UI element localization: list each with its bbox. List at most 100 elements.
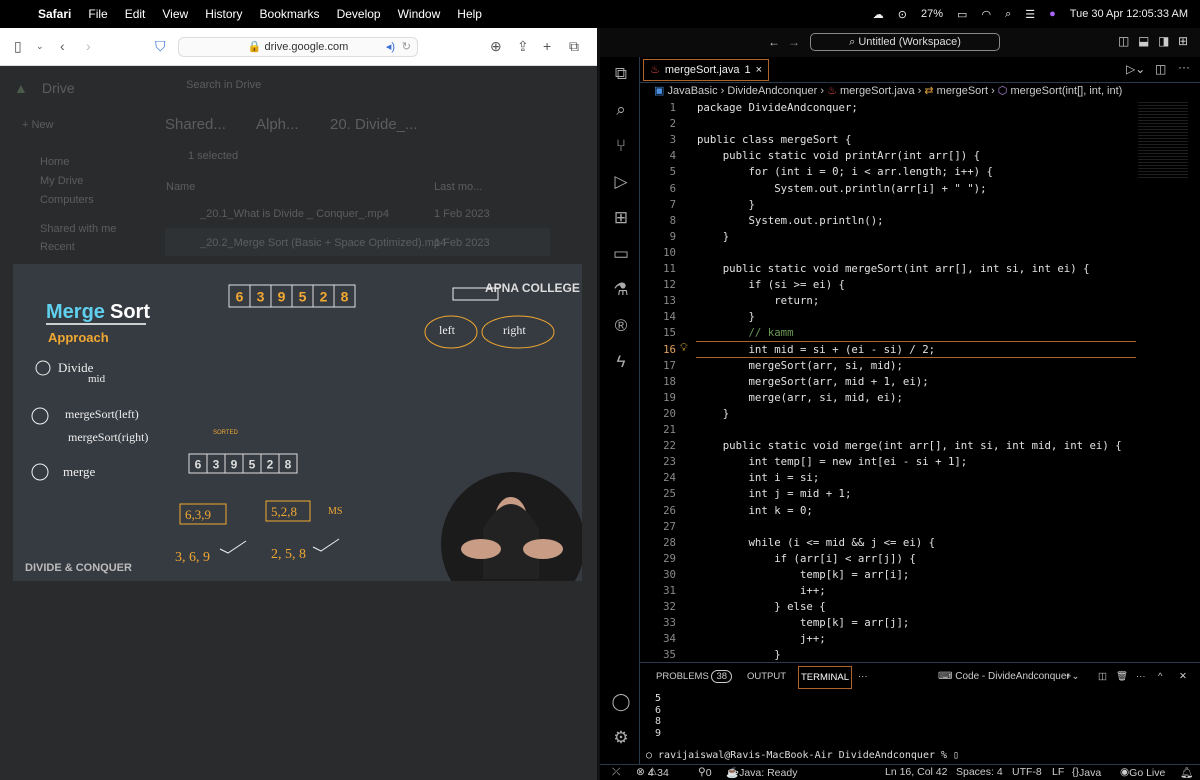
code-line[interactable]: System.out.println();	[697, 213, 883, 229]
menu-app-name[interactable]: Safari	[38, 7, 71, 21]
split-terminal-icon[interactable]: ◫	[1098, 671, 1107, 682]
extension-r-icon[interactable]: ®	[610, 316, 632, 338]
terminal-selector[interactable]: ⌨ Code - DivideAndconquer	[938, 671, 1070, 682]
run-debug-icon[interactable]: ▷	[610, 172, 632, 194]
tab-output[interactable]: OUTPUT	[747, 671, 786, 682]
breadcrumb-item[interactable]: mergeSort.java	[840, 85, 915, 97]
indentation[interactable]: Spaces: 4	[956, 766, 1003, 778]
code-line[interactable]: if (arr[i] < arr[j]) {	[697, 551, 916, 567]
drive-logo[interactable]: Drive	[42, 80, 75, 96]
run-icon[interactable]: ▷⌄	[1126, 62, 1145, 76]
share-icon[interactable]: ⇪	[517, 38, 529, 55]
chevron-down-icon[interactable]: ⌄	[36, 41, 44, 52]
more-actions-icon[interactable]: ···	[1178, 60, 1190, 74]
forward-icon[interactable]: ›	[86, 38, 91, 54]
ports-status[interactable]: ⚲ 0	[698, 766, 712, 779]
language-mode[interactable]: {} Java	[1072, 766, 1101, 779]
remote-explorer-icon[interactable]: ▭	[610, 244, 632, 266]
tabs-overview-icon[interactable]: ⧉	[569, 38, 579, 55]
testing-icon[interactable]: ⚗	[610, 280, 632, 302]
code-line[interactable]: int temp[] = new int[ei - si + 1];	[697, 454, 967, 470]
maximize-panel-icon[interactable]: ^	[1158, 671, 1162, 682]
code-line[interactable]: }	[697, 309, 754, 325]
tab-problems[interactable]: PROBLEMS 38	[656, 670, 733, 683]
spotlight-icon[interactable]: ⌕	[1005, 8, 1011, 21]
code-line[interactable]: public class mergeSort {	[697, 132, 851, 148]
column-name[interactable]: Name	[166, 181, 195, 193]
code-line[interactable]: } else {	[697, 599, 826, 615]
file-row-name[interactable]: _20.1_What is Divide _ Conquer_.mp4	[200, 208, 389, 220]
code-editor[interactable]: 1 package DivideAndconquer; 2 3 public class…	[640, 100, 1200, 666]
menu-develop[interactable]: Develop	[337, 7, 381, 21]
new-terminal-icon[interactable]: +⌄	[1066, 671, 1080, 682]
address-bar[interactable]: 🔒 drive.google.com ◂) ↻	[178, 37, 418, 57]
menu-help[interactable]: Help	[457, 7, 482, 21]
toggle-sidebar-icon[interactable]: ◫	[1118, 34, 1129, 48]
code-line[interactable]: // kamm	[697, 325, 793, 341]
notifications-icon[interactable]: 🔔︎	[1180, 766, 1193, 779]
search-icon[interactable]: ⌕	[610, 100, 632, 122]
cloud-icon[interactable]: ☁	[873, 8, 884, 21]
siri-icon[interactable]: ●	[1049, 8, 1056, 20]
clock[interactable]: Tue 30 Apr 12:05:33 AM	[1070, 8, 1188, 20]
back-icon[interactable]: ‹	[60, 38, 65, 54]
breadcrumb-shared[interactable]: Shared...	[165, 116, 226, 133]
code-line[interactable]: merge(arr, si, mid, ei);	[697, 390, 902, 406]
source-control-icon[interactable]: ⑂	[610, 136, 632, 158]
close-icon[interactable]: ×	[756, 60, 762, 80]
code-line[interactable]: for (int i = 0; i < arr.length; i++) {	[697, 164, 993, 180]
nav-forward-icon[interactable]: →	[788, 35, 800, 49]
menu-file[interactable]: File	[88, 7, 107, 21]
go-live-button[interactable]: ◉ Go Live	[1120, 766, 1165, 779]
download-icon[interactable]: ⊕	[490, 38, 502, 55]
new-tab-icon[interactable]: +	[543, 38, 551, 54]
code-line[interactable]: package DivideAndconquer;	[697, 100, 858, 116]
breadcrumb-alph[interactable]: Alph...	[256, 116, 299, 133]
menu-view[interactable]: View	[162, 7, 188, 21]
code-line[interactable]: }	[697, 406, 729, 422]
code-line[interactable]: while (i <= mid && j <= ei) {	[697, 535, 935, 551]
more-tabs-icon[interactable]: ···	[858, 671, 868, 682]
code-line[interactable]: public static void mergeSort(int arr[], …	[697, 261, 1090, 277]
tab-mergesort-java[interactable]: ♨ mergeSort.java 1 ×	[643, 59, 770, 81]
split-editor-icon[interactable]: ◫	[1155, 62, 1166, 76]
battery-percent[interactable]: 27%	[921, 8, 943, 20]
account-icon[interactable]: ◯	[610, 692, 632, 714]
wifi-icon[interactable]: ◠	[981, 8, 991, 21]
problems-status[interactable]: ⊗ 4 ⚠ 34	[636, 766, 669, 779]
nav-back-icon[interactable]: ←	[768, 35, 780, 49]
close-panel-icon[interactable]: ✕	[1179, 671, 1187, 682]
code-line[interactable]: }	[697, 229, 729, 245]
code-line[interactable]: temp[k] = arr[j];	[697, 615, 909, 631]
java-status[interactable]: ☕ Java: Ready	[726, 766, 797, 779]
nav-recent[interactable]: Recent	[40, 241, 75, 253]
breadcrumb-item[interactable]: mergeSort	[937, 85, 988, 97]
cursor-position[interactable]: Ln 16, Col 42	[885, 766, 947, 778]
toggle-secondary-sidebar-icon[interactable]: ◨	[1158, 34, 1169, 48]
shield-icon[interactable]: ⛉	[155, 38, 166, 55]
remote-icon[interactable]: ⤫	[612, 766, 620, 779]
encoding[interactable]: UTF-8	[1012, 766, 1042, 778]
breadcrumb-item[interactable]: mergeSort(int[], int, int)	[1010, 85, 1122, 97]
video-player[interactable]: Merge Sort Approach Divide mid mergeSort…	[13, 264, 582, 581]
menu-window[interactable]: Window	[398, 7, 441, 21]
code-line[interactable]: return;	[697, 293, 819, 309]
settings-gear-icon[interactable]: ⚙	[610, 728, 632, 750]
kill-terminal-icon[interactable]: 🗑	[1116, 671, 1128, 682]
breadcrumb-item[interactable]: DivideAndconquer	[727, 85, 817, 97]
explorer-icon[interactable]: ⧉	[610, 64, 632, 86]
toggle-panel-icon[interactable]: ⬓	[1138, 34, 1149, 48]
command-center[interactable]: ⌕ Untitled (Workspace)	[810, 33, 1000, 51]
code-line[interactable]: public static void printArr(int arr[]) {	[697, 148, 980, 164]
tab-terminal[interactable]: TERMINAL	[798, 666, 853, 689]
code-line[interactable]: int i = si;	[697, 470, 819, 486]
code-line[interactable]: int mid = si + (ei - si) / 2;	[697, 342, 935, 358]
code-line[interactable]: temp[k] = arr[i];	[697, 567, 909, 583]
code-line[interactable]: i++;	[697, 583, 826, 599]
terminal-prompt[interactable]: ○ ravijaiswal@Ravis-MacBook-Air DivideAn…	[646, 750, 959, 761]
menu-history[interactable]: History	[205, 7, 242, 21]
new-button[interactable]: + New	[22, 119, 54, 131]
code-line[interactable]: int k = 0;	[697, 503, 812, 519]
code-line[interactable]: int j = mid + 1;	[697, 486, 851, 502]
code-line[interactable]: System.out.println(arr[i] + " ");	[697, 181, 986, 197]
